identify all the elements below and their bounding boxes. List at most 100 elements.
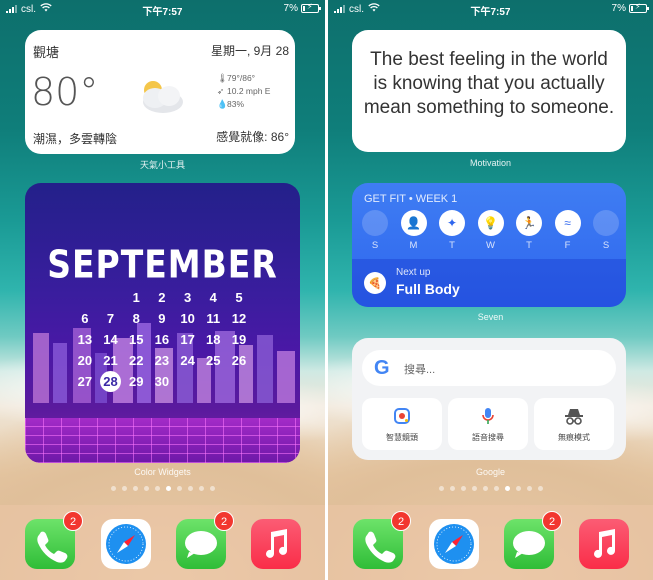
page-dot[interactable] bbox=[176, 486, 182, 491]
calendar-day-number: 19 bbox=[231, 332, 247, 347]
weather-humidity: 83% bbox=[227, 99, 245, 109]
calendar-day-number: 3 bbox=[183, 290, 192, 305]
weather-widget[interactable]: 觀塘 星期一, 9月 28 80° 🌡79°/86° ➶ 10.2 mph E 💧… bbox=[25, 30, 295, 154]
music-app-icon[interactable] bbox=[251, 519, 301, 569]
calendar-day-number: 12 bbox=[231, 311, 247, 326]
calendar-day: 24 bbox=[175, 350, 201, 371]
home-screen-right: csl. 下午7:57 7% ⚡ The best feeling in the… bbox=[328, 0, 653, 580]
google-lens-button[interactable]: 智慧鏡頭 bbox=[362, 398, 442, 450]
weather-date: 星期一, 9月 28 bbox=[210, 44, 289, 58]
motivation-widget-caption: Motivation bbox=[469, 158, 512, 168]
incognito-icon bbox=[534, 406, 614, 426]
google-incognito-button[interactable]: 無痕模式 bbox=[534, 398, 614, 450]
music-app-icon[interactable] bbox=[579, 519, 629, 569]
page-dot[interactable] bbox=[154, 486, 160, 491]
next-workout-bar[interactable]: 🍕 Next up Full Body bbox=[352, 259, 626, 307]
calendar-day-number: 29 bbox=[128, 374, 144, 389]
page-dot[interactable] bbox=[526, 486, 532, 491]
page-dot[interactable] bbox=[460, 486, 466, 491]
page-dot[interactable] bbox=[537, 486, 543, 491]
calendar-week-row: 27 28 29 30 bbox=[72, 371, 252, 392]
calendar-day: 25 bbox=[200, 350, 226, 371]
page-indicator[interactable] bbox=[328, 486, 653, 491]
thermometer-icon: 🌡 bbox=[217, 73, 228, 83]
page-dot[interactable] bbox=[121, 486, 127, 491]
messages-app-icon[interactable]: 2 bbox=[176, 511, 234, 569]
calendar-day-number: 4 bbox=[209, 290, 217, 305]
phone-badge: 2 bbox=[63, 511, 83, 531]
weather-location: 觀塘 bbox=[33, 45, 60, 60]
page-dot[interactable] bbox=[198, 486, 204, 491]
fitness-title: GET FIT • WEEK 1 bbox=[364, 193, 458, 205]
fitness-day-circle[interactable] bbox=[593, 210, 619, 236]
calendar-day-number: 11 bbox=[206, 311, 221, 326]
page-dot[interactable] bbox=[471, 486, 477, 491]
calendar-day-number: 6 bbox=[81, 311, 89, 326]
google-search-bar[interactable]: G 搜尋... bbox=[362, 350, 616, 386]
google-voice-button[interactable]: 語音搜尋 bbox=[448, 398, 528, 450]
fitness-day-letter: M bbox=[409, 240, 418, 251]
page-dot[interactable] bbox=[515, 486, 521, 491]
page-dot[interactable] bbox=[493, 486, 499, 491]
calendar-day-number: 21 bbox=[103, 353, 118, 368]
calendar-widget[interactable]: SEPTEMBER 1 2 3 4 5 6 7 8 9 10 11 12 13 14 15 16 17 18 19 2… bbox=[25, 183, 300, 463]
calendar-day-number: 27 bbox=[77, 374, 93, 389]
messages-badge: 2 bbox=[542, 511, 562, 531]
page-dot-active[interactable] bbox=[504, 486, 510, 491]
weather-stats: 🌡79°/86° ➶ 10.2 mph E 💧83% bbox=[217, 72, 270, 111]
calendar-day: 26 bbox=[226, 350, 252, 371]
fitness-widget-caption: Seven bbox=[477, 312, 504, 322]
page-dot[interactable] bbox=[187, 486, 193, 491]
dock: 2 2 bbox=[328, 505, 653, 580]
phone-app-icon[interactable]: 2 bbox=[25, 511, 83, 569]
weather-temperature: 80° bbox=[31, 70, 99, 114]
fitness-day-circle[interactable]: ✦ bbox=[439, 210, 465, 236]
status-bar: csl. 下午7:57 7% ⚡ bbox=[328, 0, 653, 18]
page-dot[interactable] bbox=[132, 486, 138, 491]
workout-type-icon: 💡 bbox=[483, 216, 498, 230]
phone-app-icon[interactable]: 2 bbox=[353, 511, 411, 569]
calendar-day-number: 23 bbox=[154, 353, 170, 368]
calendar-day-number: 14 bbox=[103, 332, 118, 347]
safari-app-icon[interactable] bbox=[429, 519, 479, 569]
calendar-day-today: 28 bbox=[98, 371, 124, 392]
page-dot[interactable] bbox=[209, 486, 215, 491]
fitness-day-circle[interactable]: 💡 bbox=[477, 210, 504, 236]
calendar-week-row: 13 14 15 16 17 18 19 bbox=[72, 329, 252, 350]
page-dot[interactable] bbox=[482, 486, 488, 491]
page-dot[interactable] bbox=[449, 486, 455, 491]
calendar-day: 3 bbox=[175, 287, 201, 308]
page-dot[interactable] bbox=[110, 486, 116, 491]
fitness-day-letter: W bbox=[486, 240, 495, 251]
safari-app-icon[interactable] bbox=[101, 519, 151, 569]
fitness-day-circle[interactable]: 👤 bbox=[400, 210, 427, 236]
page-indicator[interactable] bbox=[0, 486, 325, 491]
dock: 2 2 bbox=[0, 505, 325, 580]
calendar-day-number: 25 bbox=[206, 353, 221, 368]
workout-type-icon: ✦ bbox=[446, 216, 458, 230]
calendar-day-number: 2 bbox=[158, 290, 166, 305]
fitness-day-circle[interactable] bbox=[362, 210, 388, 236]
calendar-day: 10 bbox=[175, 308, 201, 329]
calendar-day: 30 bbox=[149, 371, 175, 392]
partly-cloudy-icon bbox=[129, 74, 189, 118]
screenshot-pair: csl. 下午7:57 7% ⚡ 觀塘 星期一, 9月 28 80° 🌡79°/… bbox=[0, 0, 653, 580]
weather-feels-like: 感覺就像: 86° bbox=[216, 130, 289, 144]
weather-description: 潮濕，多雲轉陰 bbox=[33, 132, 118, 146]
calendar-day: 22 bbox=[123, 350, 149, 371]
page-dot-active[interactable] bbox=[165, 486, 171, 491]
calendar-day: 8 bbox=[123, 308, 149, 329]
fitness-day-circle[interactable]: 🏃 bbox=[516, 210, 542, 236]
motivation-widget[interactable]: The best feeling in the world is knowing… bbox=[352, 30, 626, 152]
calendar-day bbox=[175, 371, 201, 392]
calendar-day-number: 28 bbox=[103, 374, 118, 389]
page-dot[interactable] bbox=[438, 486, 444, 491]
fitness-widget[interactable]: GET FIT • WEEK 1 👤 ✦ 💡 🏃 ≈ S M T W T F S 🍕 Next up… bbox=[352, 183, 626, 307]
messages-app-icon[interactable]: 2 bbox=[504, 511, 562, 569]
calendar-day: 1 bbox=[123, 287, 149, 308]
calendar-day bbox=[98, 287, 124, 308]
calendar-day: 15 bbox=[123, 329, 149, 350]
fitness-day-circle[interactable]: ≈ bbox=[554, 210, 581, 236]
calendar-day: 21 bbox=[98, 350, 124, 371]
page-dot[interactable] bbox=[143, 486, 149, 491]
